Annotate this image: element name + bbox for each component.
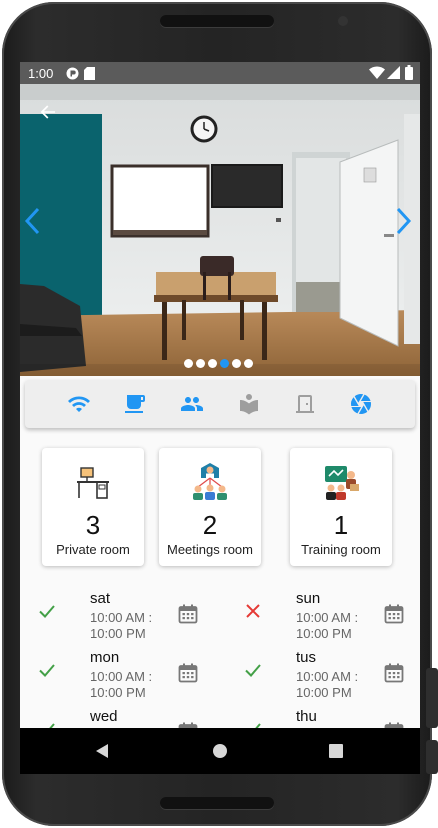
door-icon bbox=[296, 395, 314, 413]
opening-time: 10:00 AM : bbox=[90, 669, 153, 684]
presentation-board-icon bbox=[325, 466, 359, 500]
wifi-icon bbox=[369, 66, 385, 79]
close-icon bbox=[244, 602, 262, 620]
front-camera bbox=[338, 16, 348, 26]
calendar-icon[interactable] bbox=[384, 663, 404, 683]
check-icon bbox=[38, 661, 56, 679]
day-name: mon bbox=[90, 649, 120, 666]
coffee-icon bbox=[125, 395, 145, 413]
room-label: Private room bbox=[56, 542, 130, 557]
check-icon bbox=[244, 661, 262, 679]
opening-time: 10:00 AM : bbox=[90, 610, 153, 625]
room-count: 1 bbox=[333, 510, 349, 540]
calendar-icon[interactable] bbox=[178, 663, 198, 683]
volume-button[interactable] bbox=[426, 668, 438, 728]
top-speaker bbox=[160, 15, 274, 27]
working-hours: sat 10:00 AM :10:00 PM sun 10:00 AM :10:00 … bbox=[20, 582, 420, 728]
app-notification-icon bbox=[66, 67, 79, 80]
chevron-left-icon[interactable] bbox=[22, 206, 44, 236]
room-card-meetings[interactable]: 2 Meetings room bbox=[159, 448, 261, 566]
signal-icon bbox=[387, 66, 400, 79]
slide-dot[interactable] bbox=[184, 359, 193, 368]
desk-computer-icon bbox=[77, 467, 109, 499]
wifi-icon bbox=[68, 396, 90, 412]
check-icon bbox=[38, 602, 56, 620]
day-name: sat bbox=[90, 590, 111, 607]
room-card-private[interactable]: 3 Private room bbox=[42, 448, 144, 566]
opening-time: 10:00 AM : bbox=[296, 669, 359, 684]
room-types: 3 Private room 2 Meetings room 1 Trainin… bbox=[20, 448, 420, 568]
app-screen: 1:00 3 Private room 2 Meetings room 1 Tr… bbox=[20, 62, 420, 728]
power-button[interactable] bbox=[426, 740, 438, 774]
day-name: thu bbox=[296, 708, 317, 725]
amenities-bar bbox=[25, 380, 415, 428]
check-icon bbox=[244, 720, 262, 728]
sd-card-icon bbox=[84, 67, 95, 80]
opening-time: 10:00 AM : bbox=[296, 610, 359, 625]
calendar-icon[interactable] bbox=[178, 604, 198, 624]
status-bar: 1:00 bbox=[20, 62, 420, 84]
closing-time: 10:00 PM bbox=[296, 626, 352, 641]
bottom-speaker bbox=[160, 797, 274, 809]
slide-dot[interactable] bbox=[220, 359, 229, 368]
schedule-day-sat: sat 10:00 AM :10:00 PM bbox=[20, 586, 220, 644]
schedule-day-sun: sun 10:00 AM :10:00 PM bbox=[226, 586, 420, 644]
status-time: 1:00 bbox=[28, 66, 54, 81]
slide-dot[interactable] bbox=[208, 359, 217, 368]
room-label: Training room bbox=[301, 542, 381, 557]
day-name: tus bbox=[296, 649, 317, 666]
reading-book-icon bbox=[240, 394, 258, 415]
camera-shutter-icon bbox=[350, 394, 371, 414]
calendar-icon[interactable] bbox=[384, 604, 404, 624]
schedule-day-wed: wed10:00 AM :10:00 PM bbox=[20, 704, 220, 728]
closing-time: 10:00 PM bbox=[90, 685, 146, 700]
room-label: Meetings room bbox=[167, 542, 253, 557]
day-name: wed bbox=[90, 708, 118, 725]
schedule-day-tus: tus 10:00 AM :10:00 PM bbox=[226, 645, 420, 703]
room-photo-gallery[interactable] bbox=[20, 84, 420, 376]
battery-icon bbox=[405, 65, 413, 80]
closing-time: 10:00 PM bbox=[296, 685, 352, 700]
schedule-day-thu: thu10:00 AM :10:00 PM bbox=[226, 704, 420, 728]
people-icon bbox=[181, 397, 203, 411]
check-icon bbox=[38, 720, 56, 728]
chevron-right-icon[interactable] bbox=[392, 206, 414, 236]
slide-dot[interactable] bbox=[244, 359, 253, 368]
closing-time: 10:00 PM bbox=[90, 626, 146, 641]
slide-dot[interactable] bbox=[232, 359, 241, 368]
room-card-training[interactable]: 1 Training room bbox=[290, 448, 392, 566]
recent-apps-icon[interactable] bbox=[329, 744, 343, 758]
slide-dot[interactable] bbox=[196, 359, 205, 368]
room-photo bbox=[20, 84, 420, 376]
home-icon[interactable] bbox=[213, 744, 227, 758]
schedule-day-mon: mon 10:00 AM :10:00 PM bbox=[20, 645, 220, 703]
system-nav-bar bbox=[20, 728, 420, 774]
day-name: sun bbox=[296, 590, 321, 607]
back-icon[interactable] bbox=[96, 744, 108, 758]
arrow-back-icon[interactable] bbox=[38, 102, 58, 122]
slide-indicator bbox=[184, 359, 253, 368]
room-count: 3 bbox=[85, 510, 101, 540]
meeting-network-icon bbox=[193, 463, 227, 500]
room-count: 2 bbox=[202, 510, 218, 540]
